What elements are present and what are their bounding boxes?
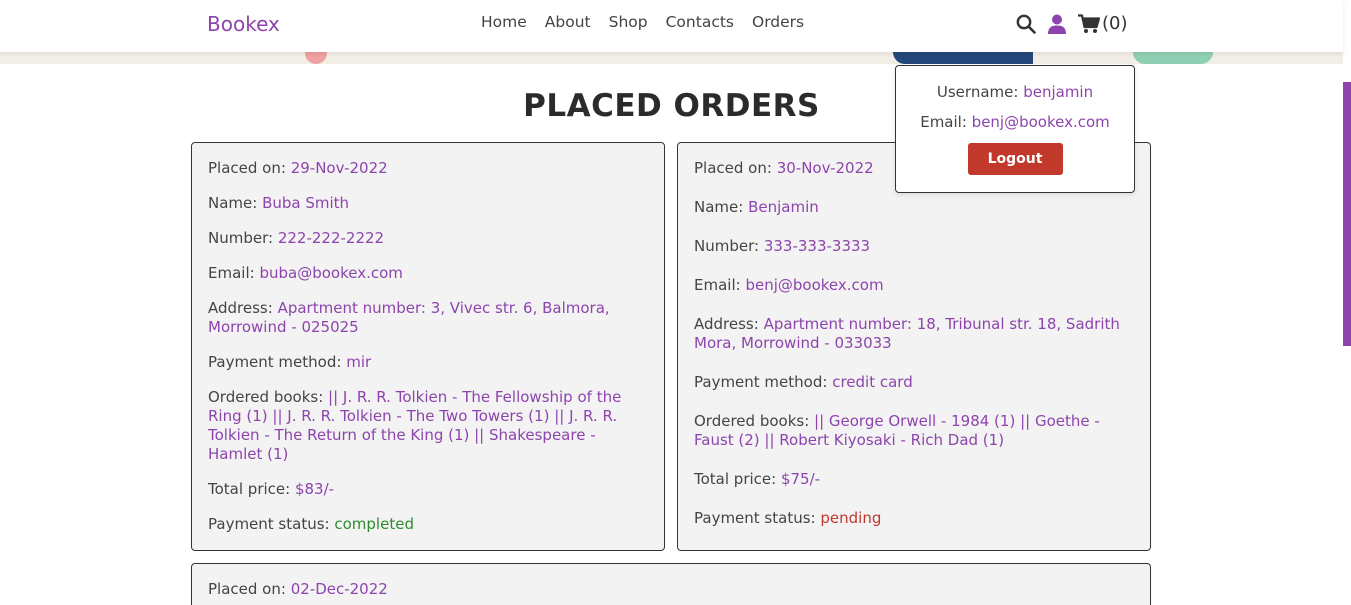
- field-label: Total price:: [208, 480, 291, 498]
- logo-link[interactable]: Bookex: [207, 12, 280, 36]
- status-value: pending: [820, 509, 882, 527]
- field-label: Payment method:: [694, 373, 828, 391]
- field-label: Payment method:: [208, 353, 342, 371]
- field-value: 02-Dec-2022: [290, 580, 388, 598]
- nav-orders[interactable]: Orders: [752, 13, 804, 31]
- user-icon[interactable]: [1048, 14, 1066, 34]
- search-icon[interactable]: [1016, 14, 1036, 34]
- field-label: Name:: [694, 198, 744, 216]
- order-card: Placed on: 02-Dec-2022: [191, 563, 1151, 605]
- field-label: Ordered books:: [208, 388, 324, 406]
- banner-strip: [0, 52, 1343, 64]
- site-header: Bookex Home About Shop Contacts Orders (…: [0, 0, 1343, 52]
- field-value: benj@bookex.com: [745, 276, 884, 294]
- field-value: buba@bookex.com: [259, 264, 403, 282]
- order-payment-method: Payment method: mir: [208, 353, 648, 372]
- field-value: 333-333-3333: [763, 237, 871, 255]
- nav-about[interactable]: About: [545, 13, 591, 31]
- field-label: Placed on:: [694, 159, 772, 177]
- order-books: Ordered books: || George Orwell - 1984 (…: [694, 412, 1134, 450]
- order-address: Address: Apartment number: 18, Tribunal …: [694, 315, 1134, 353]
- field-label: Email:: [694, 276, 741, 294]
- order-address: Address: Apartment number: 3, Vivec str.…: [208, 299, 648, 337]
- profile-email: Email: benj@bookex.com: [896, 113, 1134, 131]
- field-label: Name:: [208, 194, 258, 212]
- field-value: 29-Nov-2022: [290, 159, 388, 177]
- field-label: Total price:: [694, 470, 777, 488]
- order-books: Ordered books: || J. R. R. Tolkien - The…: [208, 388, 648, 464]
- field-value: $83/-: [294, 480, 335, 498]
- field-value: $75/-: [780, 470, 821, 488]
- page-title: PLACED ORDERS: [523, 88, 820, 124]
- field-value: benjamin: [1023, 83, 1094, 101]
- field-label: Number:: [694, 237, 760, 255]
- order-payment-status: Payment status: pending: [694, 509, 1134, 528]
- field-label: Placed on:: [208, 580, 286, 598]
- field-label: Placed on:: [208, 159, 286, 177]
- order-card: Placed on: 30-Nov-2022 Name: Benjamin Nu…: [677, 142, 1151, 551]
- status-value: completed: [334, 515, 414, 533]
- field-label: Username:: [936, 83, 1019, 101]
- nav-contacts[interactable]: Contacts: [666, 13, 734, 31]
- banner-decoration: [893, 52, 1033, 64]
- order-total-price: Total price: $75/-: [694, 470, 1134, 489]
- field-label: Payment status:: [694, 509, 816, 527]
- banner-decoration: [1133, 52, 1213, 64]
- nav-home[interactable]: Home: [481, 13, 527, 31]
- cart-count: (0): [1102, 13, 1128, 34]
- nav-shop[interactable]: Shop: [609, 13, 648, 31]
- cart-icon: [1078, 13, 1100, 34]
- order-number: Number: 333-333-3333: [694, 237, 1134, 256]
- order-name: Name: Benjamin: [694, 198, 1134, 217]
- order-payment-method: Payment method: credit card: [694, 373, 1134, 392]
- banner-decoration: [305, 52, 327, 64]
- order-name: Name: Buba Smith: [208, 194, 648, 213]
- order-card: Placed on: 29-Nov-2022 Name: Buba Smith …: [191, 142, 665, 551]
- profile-username: Username: benjamin: [896, 83, 1134, 101]
- field-value: credit card: [832, 373, 913, 391]
- field-label: Address:: [208, 299, 273, 317]
- cart-button[interactable]: (0): [1078, 13, 1128, 34]
- field-value: 30-Nov-2022: [776, 159, 874, 177]
- scrollbar-thumb[interactable]: [1343, 82, 1351, 346]
- field-label: Number:: [208, 229, 274, 247]
- field-value: Benjamin: [748, 198, 819, 216]
- main-nav: Home About Shop Contacts Orders: [481, 13, 804, 31]
- order-total-price: Total price: $83/-: [208, 480, 648, 499]
- field-value: benj@bookex.com: [971, 113, 1110, 131]
- order-email: Email: benj@bookex.com: [694, 276, 1134, 295]
- header-icons: (0): [1016, 13, 1128, 34]
- order-placed-on: Placed on: 02-Dec-2022: [208, 580, 1134, 599]
- field-label: Email:: [208, 264, 255, 282]
- field-value: mir: [346, 353, 372, 371]
- logout-button[interactable]: Logout: [967, 143, 1063, 175]
- field-label: Payment status:: [208, 515, 330, 533]
- order-number: Number: 222-222-2222: [208, 229, 648, 248]
- order-payment-status: Payment status: completed: [208, 515, 648, 534]
- field-label: Ordered books:: [694, 412, 810, 430]
- field-label: Email:: [920, 113, 967, 131]
- order-placed-on: Placed on: 29-Nov-2022: [208, 159, 648, 178]
- order-email: Email: buba@bookex.com: [208, 264, 648, 283]
- field-value: Buba Smith: [262, 194, 350, 212]
- field-value: 222-222-2222: [277, 229, 385, 247]
- field-label: Address:: [694, 315, 759, 333]
- profile-dropdown: Username: benjamin Email: benj@bookex.co…: [895, 65, 1135, 193]
